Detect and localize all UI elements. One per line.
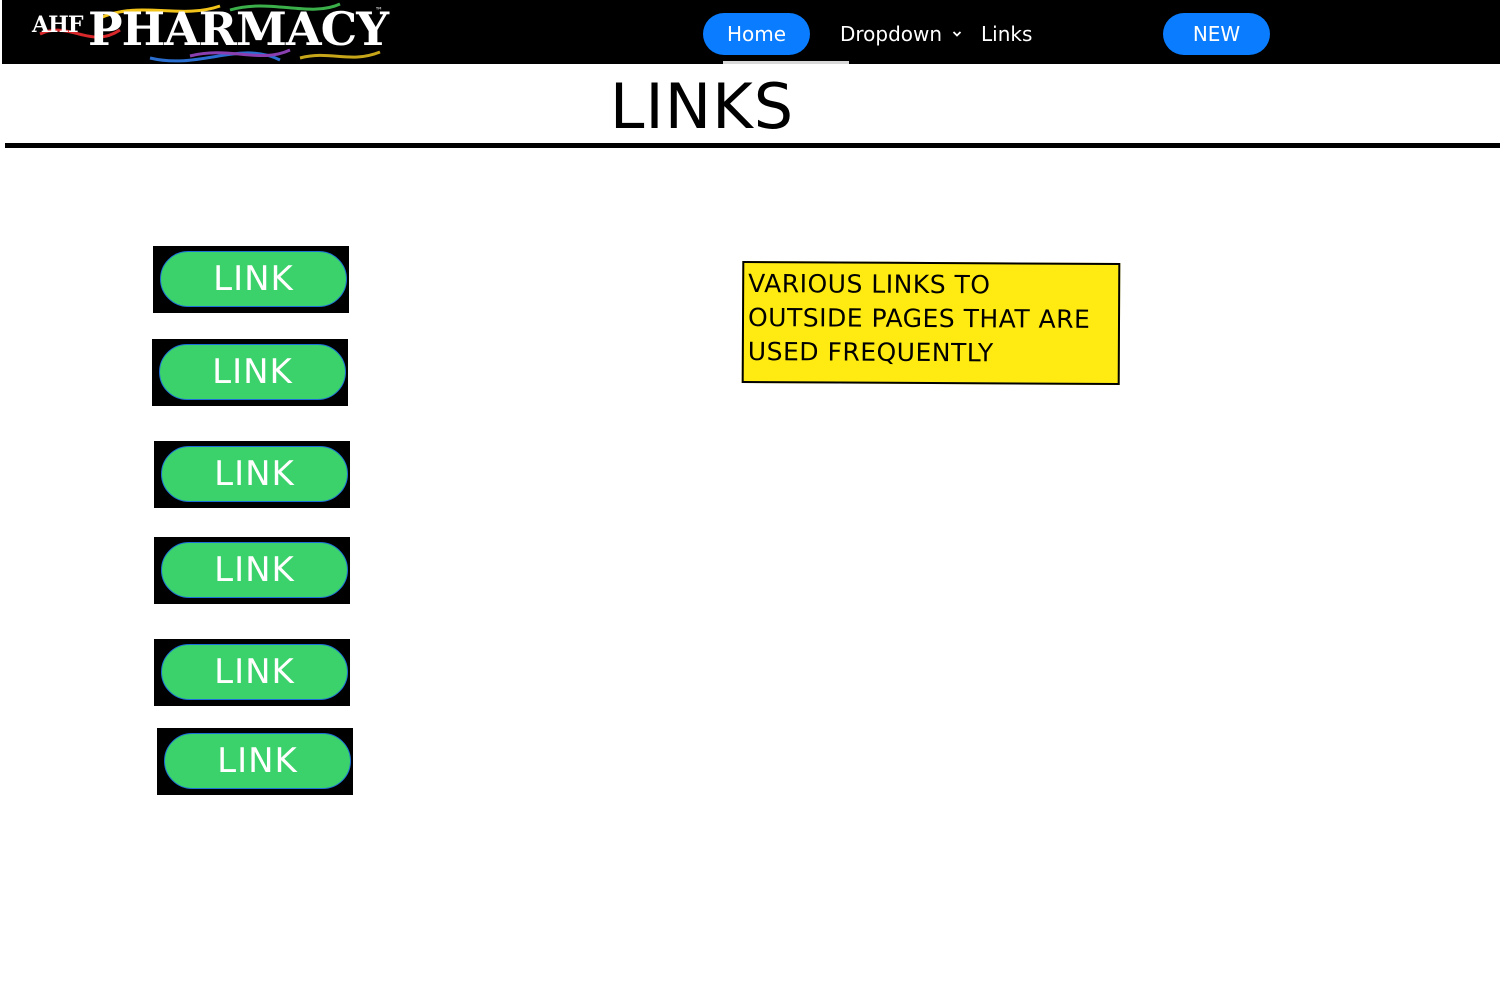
title-divider — [5, 143, 1500, 148]
link-button[interactable]: LINK — [160, 251, 347, 307]
link-button-frame: LINK — [154, 537, 350, 604]
description-note: VARIOUS LINKS TO OUTSIDE PAGES THAT ARE … — [741, 261, 1121, 385]
logo-trademark: ™ — [375, 6, 383, 15]
link-button-frame: LINK — [157, 728, 353, 795]
link-button-frame: LINK — [153, 246, 349, 313]
link-button[interactable]: LINK — [159, 344, 346, 400]
link-button[interactable]: LINK — [164, 733, 351, 789]
logo-name: PHARMACY — [88, 2, 389, 56]
nav-dropdown-label: Dropdown — [840, 22, 943, 46]
description-note-text: VARIOUS LINKS TO OUTSIDE PAGES THAT ARE … — [747, 269, 1091, 368]
chevron-down-icon — [952, 31, 962, 37]
link-button[interactable]: LINK — [161, 644, 348, 700]
logo-prefix: AHF — [32, 12, 83, 38]
nav-active-indicator — [723, 61, 849, 64]
link-button-frame: LINK — [154, 441, 350, 508]
nav-dropdown-menu[interactable]: Dropdown — [840, 13, 962, 55]
ahf-pharmacy-logo[interactable]: AHF PHARMACY ™ — [30, 0, 390, 64]
link-button-frame: LINK — [152, 339, 348, 406]
link-button[interactable]: LINK — [161, 446, 348, 502]
page-title: LINKS — [609, 70, 795, 143]
nav-new-button[interactable]: NEW — [1163, 13, 1270, 55]
nav-home-button[interactable]: Home — [703, 13, 810, 55]
nav-links-item[interactable]: Links — [981, 13, 1032, 55]
top-navbar: AHF PHARMACY ™ Home Dropdown Links NEW — [2, 0, 1500, 64]
link-button[interactable]: LINK — [161, 542, 348, 598]
link-button-frame: LINK — [154, 639, 350, 706]
